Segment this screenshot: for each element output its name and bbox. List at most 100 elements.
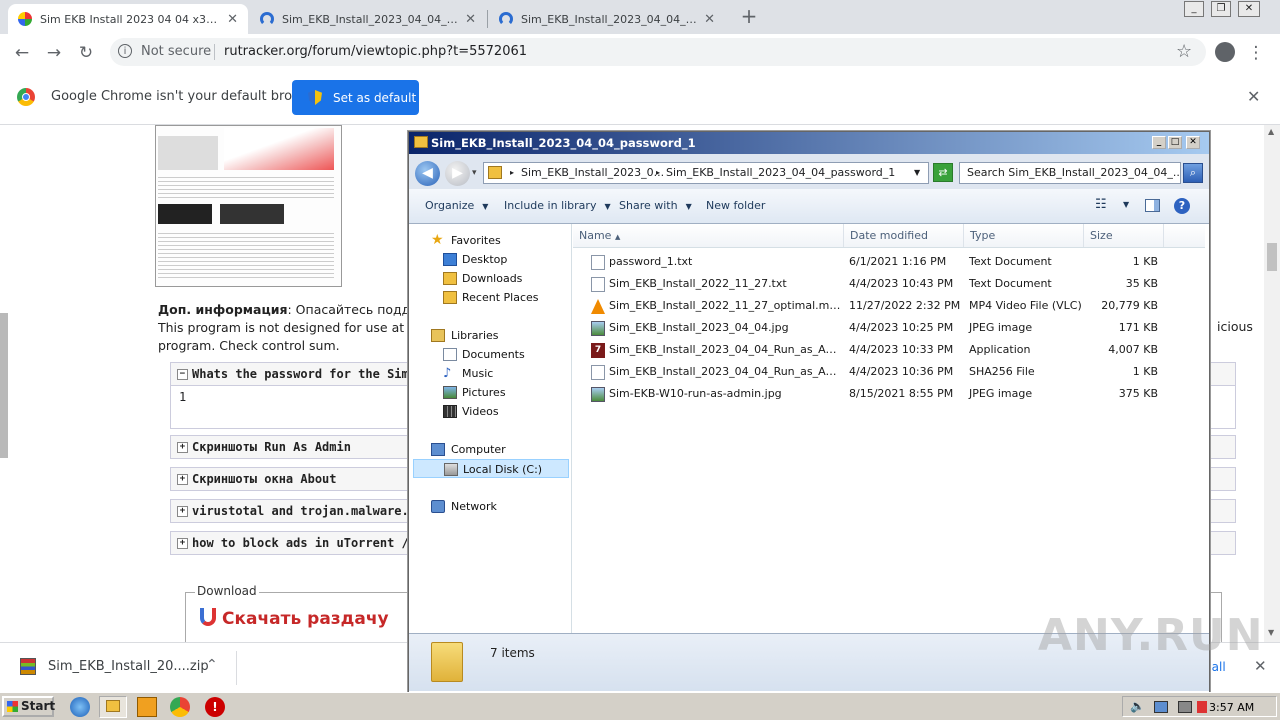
file-size: 1 KB — [1132, 365, 1158, 378]
chevron-up-icon[interactable]: ⌃ — [206, 657, 218, 673]
nav-desktop[interactable]: Desktop — [413, 250, 563, 269]
include-label: Include in library — [504, 199, 597, 212]
media-player-icon[interactable] — [137, 697, 157, 717]
share-with-button[interactable]: Share with ▼ — [619, 199, 692, 212]
minimize-icon[interactable]: _ — [1152, 136, 1166, 149]
explorer-titlebar[interactable]: Sim_EKB_Install_2023_04_04_password_1 _ … — [409, 132, 1209, 154]
volume-icon[interactable]: 🔈 — [1130, 699, 1145, 713]
breadcrumb-parent[interactable]: Sim_EKB_Install_2023_0... — [521, 163, 664, 183]
recent-pages-icon[interactable]: ▾ — [472, 168, 477, 178]
nav-network[interactable]: Network — [413, 497, 563, 516]
infobar-close-icon[interactable]: ✕ — [1247, 87, 1260, 106]
include-in-library-button[interactable]: Include in library ▼ — [504, 199, 611, 212]
screenshot-thumbnail[interactable] — [155, 125, 342, 287]
file-row[interactable]: Sim_EKB_Install_2023_04_04.jpg 4/4/2023 … — [573, 317, 1205, 339]
network-tray-icon[interactable] — [1154, 701, 1168, 713]
menu-kebab-icon[interactable]: ⋮ — [1245, 42, 1267, 64]
thumb-device — [158, 204, 212, 224]
nav-favorites[interactable]: ★ Favorites — [413, 231, 563, 250]
address-bar[interactable]: i Not secure rutracker.org/forum/viewtop… — [110, 38, 1206, 66]
tab-strip: Sim EKB Install 2023 04 04 x32 [2023 ✕ S… — [0, 0, 1280, 34]
explorer-address-bar[interactable]: ▸ Sim_EKB_Install_2023_0... ▸ Sim_EKB_In… — [483, 162, 929, 184]
tab-close-icon[interactable]: ✕ — [465, 12, 476, 27]
file-row[interactable]: 7 Sim_EKB_Install_2023_04_04_Run_as_Admi… — [573, 339, 1205, 361]
search-icon[interactable]: ⌕ — [1183, 163, 1203, 183]
profile-avatar-icon[interactable] — [1215, 42, 1235, 62]
download-torrent-link[interactable]: Скачать раздачу — [200, 608, 389, 629]
file-row[interactable]: Sim_EKB_Install_2022_11_27_optimal.mp4 1… — [573, 295, 1205, 317]
scroll-down-icon[interactable]: ▼ — [1268, 628, 1274, 637]
spoiler-title: Скриншоты окна About — [192, 472, 337, 486]
breadcrumb-chevron-icon[interactable]: ▸ — [510, 163, 514, 183]
close-window-icon[interactable]: ✕ — [1238, 1, 1260, 17]
nav-videos[interactable]: Videos — [413, 402, 563, 421]
nav-local-disk[interactable]: Local Disk (C:) — [413, 459, 569, 478]
url-text[interactable]: rutracker.org/forum/viewtopic.php?t=5572… — [224, 44, 527, 59]
ie-icon[interactable] — [70, 697, 90, 717]
column-type[interactable]: Type — [964, 224, 1084, 247]
nav-documents[interactable]: Documents — [413, 345, 563, 364]
breadcrumb-chevron-icon[interactable]: ▸ — [656, 163, 660, 183]
nav-pictures[interactable]: Pictures — [413, 383, 563, 402]
column-name[interactable]: Name ▲ — [573, 224, 844, 247]
nav-downloads[interactable]: Downloads — [413, 269, 563, 288]
scroll-up-icon[interactable]: ▲ — [1268, 127, 1274, 136]
start-button[interactable]: Start — [2, 696, 55, 717]
scrollbar-thumb[interactable] — [1267, 243, 1277, 271]
nav-computer[interactable]: Computer — [413, 440, 563, 459]
expand-icon: + — [177, 506, 188, 517]
column-size[interactable]: Size — [1084, 224, 1164, 247]
info-line: This program is not designed for use at — [158, 320, 405, 335]
new-folder-button[interactable]: New folder — [706, 199, 765, 212]
address-dropdown-icon[interactable]: ▼ — [914, 163, 920, 183]
forward-arrow-icon[interactable]: ▶ — [445, 161, 470, 186]
back-arrow-icon[interactable]: ◀ — [415, 161, 440, 186]
reload-icon[interactable]: ↻ — [75, 42, 97, 64]
chrome-icon[interactable] — [170, 697, 190, 717]
tray-app-icon[interactable] — [1178, 701, 1192, 713]
file-row[interactable]: Sim_EKB_Install_2022_11_27.txt 4/4/2023 … — [573, 273, 1205, 295]
tab-file-1[interactable]: Sim_EKB_Install_2023_04_04_passw ✕ — [250, 4, 486, 34]
page-scrollbar[interactable]: ▲ ▼ — [1264, 125, 1280, 642]
organize-button[interactable]: Organize ▼ — [425, 199, 488, 212]
forward-arrow-icon[interactable]: → — [43, 42, 65, 64]
breadcrumb-current[interactable]: Sim_EKB_Install_2023_04_04_password_1 — [666, 163, 895, 183]
nav-libraries[interactable]: Libraries — [413, 326, 563, 345]
file-row[interactable]: Sim_EKB_Install_2023_04_04_Run_as_Admi..… — [573, 361, 1205, 383]
views-icon[interactable]: ☷ — [1095, 197, 1107, 212]
tab-file-2[interactable]: Sim_EKB_Install_2023_04_04_passw ✕ — [489, 4, 725, 34]
file-row[interactable]: Sim-EKB-W10-run-as-admin.jpg 8/15/2021 8… — [573, 383, 1205, 405]
column-date-modified[interactable]: Date modified — [844, 224, 964, 247]
explorer-search-input[interactable]: Search Sim_EKB_Install_2023_04_04_... — [959, 162, 1181, 184]
nav-recent-places[interactable]: Recent Places — [413, 288, 563, 307]
local-disk-icon — [444, 463, 458, 476]
file-row[interactable]: password_1.txt 6/1/2021 1:16 PM Text Doc… — [573, 251, 1205, 273]
tab-close-icon[interactable]: ✕ — [227, 12, 238, 27]
explorer-taskbar-button[interactable] — [99, 696, 127, 718]
set-as-default-label: Set as default — [333, 90, 417, 105]
tab-rutracker[interactable]: Sim EKB Install 2023 04 04 x32 [2023 ✕ — [8, 4, 248, 34]
minimize-icon[interactable]: _ — [1184, 1, 1204, 17]
back-arrow-icon[interactable]: ← — [11, 42, 33, 64]
blank-file-icon — [591, 365, 605, 380]
set-as-default-button[interactable]: Set as default — [292, 80, 419, 115]
command-bar: Organize ▼ Include in library ▼ Share with… — [409, 189, 1209, 224]
bookmark-star-icon[interactable]: ☆ — [1176, 41, 1192, 62]
alert-icon[interactable]: ! — [205, 697, 225, 717]
thumb-device — [220, 204, 284, 224]
close-icon[interactable]: ✕ — [1186, 136, 1200, 149]
new-tab-icon[interactable]: + — [738, 5, 760, 27]
views-dropdown-icon[interactable]: ▼ — [1123, 200, 1129, 209]
tray-alert-icon[interactable] — [1197, 701, 1207, 713]
download-item-name[interactable]: Sim_EKB_Install_20....zip — [48, 659, 209, 674]
preview-pane-icon[interactable] — [1145, 199, 1160, 212]
maximize-icon[interactable]: □ — [1168, 136, 1182, 149]
refresh-icon[interactable]: ⇄ — [933, 163, 953, 182]
clock[interactable]: 3:57 AM — [1209, 701, 1254, 714]
maximize-icon[interactable]: ❐ — [1211, 1, 1231, 17]
info-icon[interactable]: i — [118, 44, 132, 58]
help-icon[interactable]: ? — [1174, 198, 1190, 214]
tab-close-icon[interactable]: ✕ — [704, 12, 715, 27]
file-date: 4/4/2023 10:43 PM — [849, 277, 954, 290]
nav-music[interactable]: ♪ Music — [413, 364, 563, 383]
